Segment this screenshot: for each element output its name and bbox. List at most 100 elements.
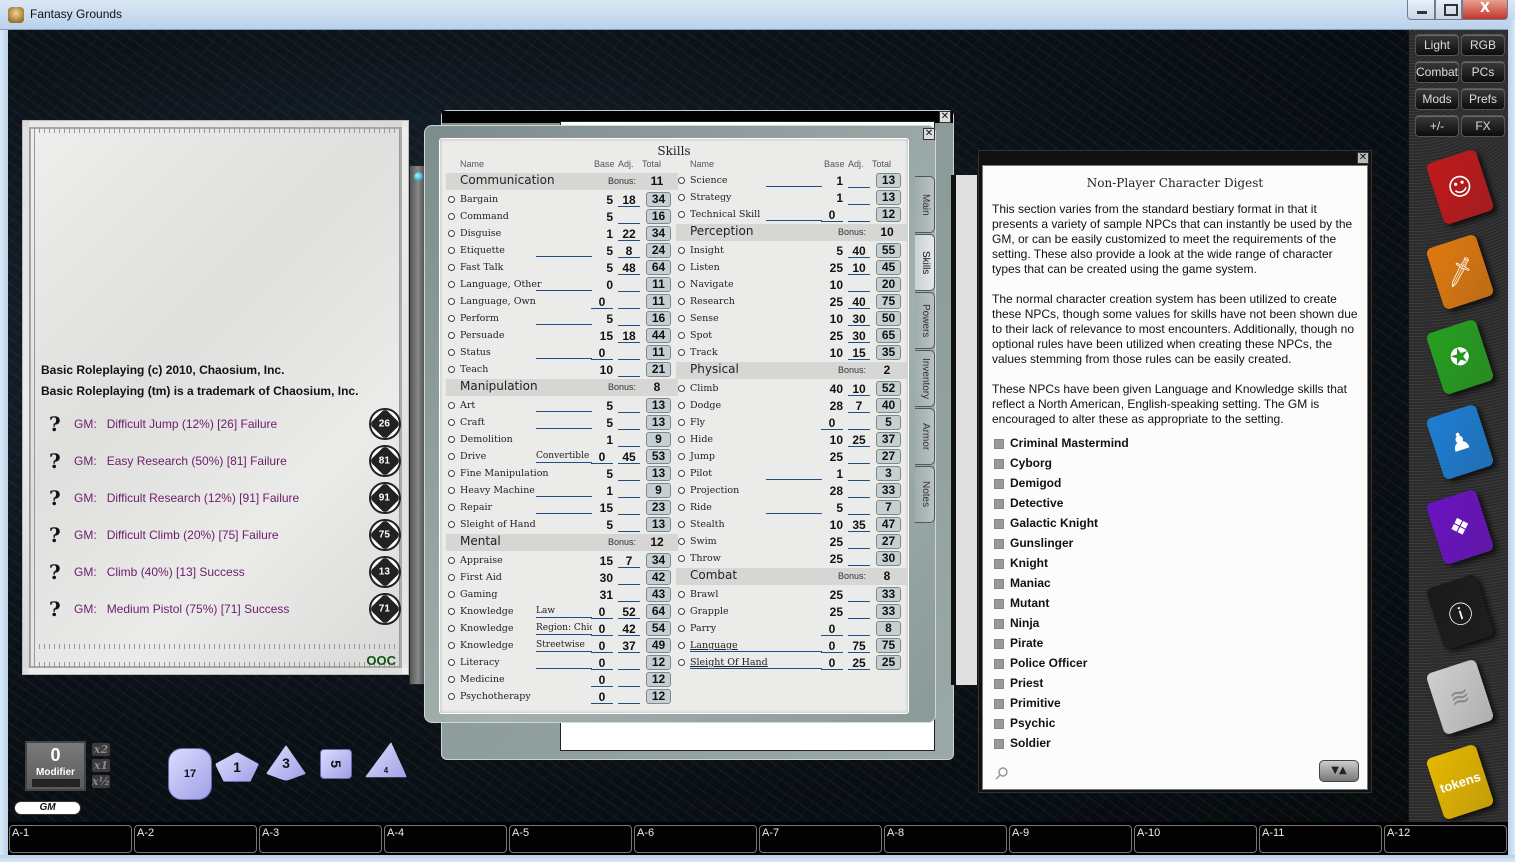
skill-roll-radio[interactable] bbox=[678, 504, 685, 511]
npc-link-icon[interactable] bbox=[994, 739, 1004, 749]
npc-list-label[interactable]: Knight bbox=[1010, 556, 1048, 570]
skill-roll-radio[interactable] bbox=[448, 504, 455, 511]
maximize-button[interactable] bbox=[1435, 0, 1462, 20]
skill-roll-radio[interactable] bbox=[678, 298, 685, 305]
skill-roll-radio[interactable] bbox=[678, 247, 685, 254]
skill-specialty-field[interactable] bbox=[536, 400, 592, 412]
skill-adj-field[interactable]: 7 bbox=[618, 554, 640, 568]
minimize-button[interactable] bbox=[1407, 0, 1435, 20]
skill-total[interactable]: 13 bbox=[646, 398, 671, 413]
close-window-button[interactable]: X bbox=[1462, 0, 1508, 20]
skill-total[interactable]: 12 bbox=[646, 655, 671, 670]
skill-base[interactable]: 0 bbox=[821, 656, 843, 670]
skill-specialty-field[interactable] bbox=[536, 502, 592, 514]
combat-button[interactable]: Combat bbox=[1415, 61, 1459, 83]
skill-adj-field[interactable] bbox=[848, 467, 870, 481]
skill-total[interactable]: 21 bbox=[646, 362, 671, 377]
skill-roll-radio[interactable] bbox=[678, 281, 685, 288]
skill-total[interactable]: 5 bbox=[876, 415, 901, 430]
skill-adj-field[interactable]: 40 bbox=[848, 244, 870, 258]
npc-list-label[interactable]: Psychic bbox=[1010, 716, 1055, 730]
skill-total[interactable]: 43 bbox=[646, 587, 671, 602]
skill-adj-field[interactable]: 45 bbox=[618, 450, 640, 464]
skill-adj-field[interactable]: 10 bbox=[848, 382, 870, 396]
skill-total[interactable]: 23 bbox=[646, 500, 671, 515]
skill-roll-radio[interactable] bbox=[678, 419, 685, 426]
skill-total[interactable]: 44 bbox=[646, 328, 671, 343]
skill-specialty-field[interactable] bbox=[536, 485, 592, 497]
skill-roll-radio[interactable] bbox=[448, 366, 455, 373]
skill-total[interactable]: 25 bbox=[876, 655, 901, 670]
skill-base[interactable]: 0 bbox=[591, 622, 613, 636]
npc-link-icon[interactable] bbox=[994, 499, 1004, 509]
hotkey-slot[interactable]: A-2 bbox=[134, 825, 257, 853]
npc-link-icon[interactable] bbox=[994, 619, 1004, 629]
skill-total[interactable]: 11 bbox=[646, 294, 671, 309]
skill-specialty-field[interactable] bbox=[536, 347, 592, 359]
skill-specialty-field[interactable] bbox=[536, 417, 592, 429]
skill-name[interactable]: Sleight Of Hand bbox=[690, 657, 768, 668]
npc-link-icon[interactable] bbox=[994, 539, 1004, 549]
skill-adj-field[interactable]: 7 bbox=[848, 399, 870, 413]
npc-list-label[interactable]: Criminal Mastermind bbox=[1010, 436, 1129, 450]
multiplier-half[interactable]: x½ bbox=[92, 775, 110, 788]
skill-roll-radio[interactable] bbox=[448, 693, 455, 700]
skill-adj-field[interactable] bbox=[618, 278, 640, 292]
skill-adj-field[interactable] bbox=[848, 605, 870, 619]
skill-adj-field[interactable] bbox=[618, 690, 640, 704]
skill-total[interactable]: 34 bbox=[646, 226, 671, 241]
skill-specialty-field[interactable]: Law bbox=[536, 606, 592, 618]
skill-roll-radio[interactable] bbox=[448, 676, 455, 683]
npc-link-icon[interactable] bbox=[994, 519, 1004, 529]
skill-total[interactable]: 24 bbox=[646, 243, 671, 258]
skill-adj-field[interactable] bbox=[848, 208, 870, 222]
hotkey-slot[interactable]: A-1 bbox=[9, 825, 132, 853]
skill-adj-field[interactable] bbox=[618, 399, 640, 413]
skill-adj-field[interactable] bbox=[848, 278, 870, 292]
skill-total[interactable]: 34 bbox=[646, 553, 671, 568]
skill-roll-radio[interactable] bbox=[448, 625, 455, 632]
skill-adj-field[interactable] bbox=[848, 588, 870, 602]
skill-total[interactable]: 12 bbox=[646, 672, 671, 687]
skill-adj-field[interactable]: 10 bbox=[848, 261, 870, 275]
pcs-button[interactable]: PCs bbox=[1461, 61, 1505, 83]
skill-total[interactable]: 8 bbox=[876, 621, 901, 636]
skill-roll-radio[interactable] bbox=[448, 453, 455, 460]
skill-adj-field[interactable]: 8 bbox=[618, 244, 640, 258]
skill-total[interactable]: 64 bbox=[646, 260, 671, 275]
npc-list-label[interactable]: Maniac bbox=[1010, 576, 1051, 590]
skill-total[interactable]: 27 bbox=[876, 534, 901, 549]
mods-button[interactable]: Mods bbox=[1415, 88, 1459, 110]
skill-roll-radio[interactable] bbox=[678, 385, 685, 392]
npc-link-icon[interactable] bbox=[994, 659, 1004, 669]
skill-adj-field[interactable]: 30 bbox=[848, 312, 870, 326]
skill-adj-field[interactable] bbox=[618, 416, 640, 430]
skill-total[interactable]: 64 bbox=[646, 604, 671, 619]
npc-list-label[interactable]: Galactic Knight bbox=[1010, 516, 1098, 530]
skill-roll-radio[interactable] bbox=[678, 487, 685, 494]
skill-roll-radio[interactable] bbox=[678, 659, 685, 666]
skill-roll-radio[interactable] bbox=[678, 538, 685, 545]
npc-link-icon[interactable] bbox=[994, 599, 1004, 609]
skill-total[interactable]: 13 bbox=[646, 517, 671, 532]
hotkey-slot[interactable]: A-9 bbox=[1009, 825, 1132, 853]
d20-die[interactable]: 17 bbox=[168, 748, 212, 800]
skill-roll-radio[interactable] bbox=[678, 521, 685, 528]
hotkey-slot[interactable]: A-4 bbox=[384, 825, 507, 853]
skill-roll-radio[interactable] bbox=[448, 230, 455, 237]
skill-roll-radio[interactable] bbox=[448, 402, 455, 409]
skill-roll-radio[interactable] bbox=[448, 196, 455, 203]
skills-close-icon[interactable]: ✕ bbox=[923, 128, 935, 140]
skill-total[interactable]: 11 bbox=[646, 345, 671, 360]
skill-specialty-field[interactable] bbox=[536, 657, 592, 669]
skill-adj-field[interactable] bbox=[848, 450, 870, 464]
skill-roll-radio[interactable] bbox=[678, 315, 685, 322]
expand-collapse-toggle[interactable]: ▼▲ bbox=[1319, 760, 1359, 782]
skill-adj-field[interactable] bbox=[848, 501, 870, 515]
skill-specialty-field[interactable] bbox=[766, 502, 822, 514]
skill-adj-field[interactable] bbox=[618, 433, 640, 447]
skill-total[interactable]: 33 bbox=[876, 604, 901, 619]
skill-roll-radio[interactable] bbox=[678, 625, 685, 632]
skill-base[interactable]: 0 bbox=[821, 208, 843, 222]
skill-total[interactable]: 9 bbox=[646, 432, 671, 447]
